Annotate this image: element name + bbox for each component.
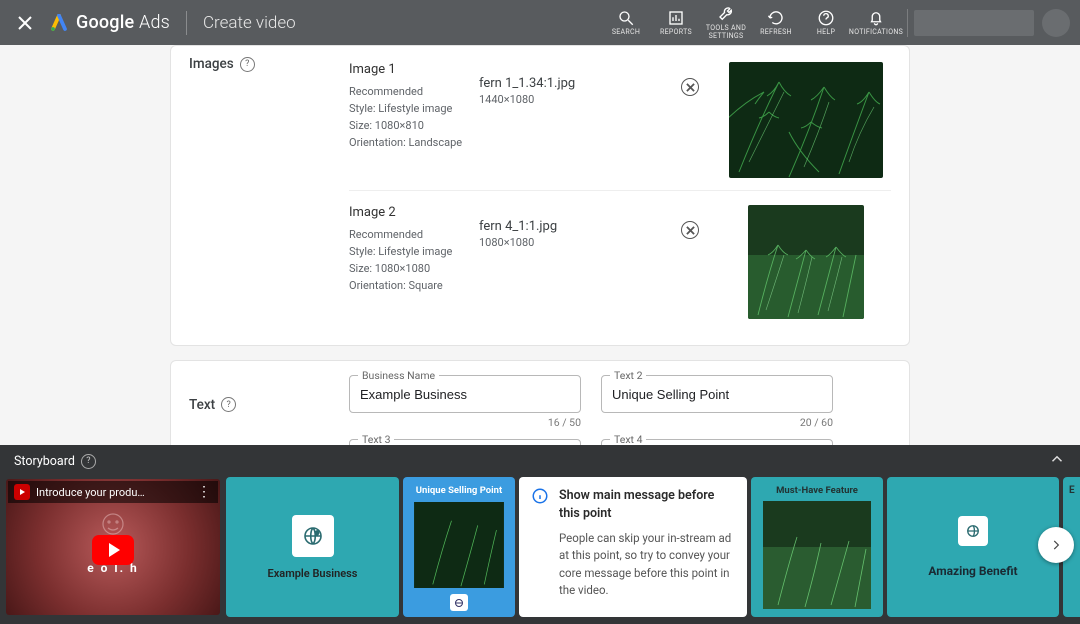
image-2-recommendations: Recommended Style: Lifestyle image Size:… — [349, 226, 479, 294]
text-2-input[interactable] — [612, 387, 822, 402]
field-text-2: Text 2 20 / 60 — [601, 375, 833, 429]
storyboard-panel: Storyboard ? Introduce your produ… ⋮ e o… — [0, 445, 1080, 624]
frame-6-caption: Amazing Benefit — [928, 564, 1017, 578]
tools-settings-button[interactable]: TOOLS ANDSETTINGS — [701, 5, 751, 40]
video-title: Introduce your produ… — [36, 486, 145, 499]
images-help-icon[interactable]: ? — [240, 57, 255, 72]
search-button[interactable]: SEARCH — [601, 9, 651, 37]
image-1-thumbnail[interactable] — [729, 62, 883, 178]
image-2-label: Image 2 — [349, 205, 479, 220]
storyboard-next-button[interactable] — [1038, 527, 1074, 563]
image-row-1: Image 1 Recommended Style: Lifestyle ima… — [349, 56, 891, 190]
google-ads-logo-icon — [50, 14, 68, 32]
image-1-dimensions: 1440×1080 — [479, 93, 659, 106]
main-scroll[interactable]: Images ? Image 1 Recommended Style: Life… — [0, 45, 1080, 445]
frame-5-title: Must-Have Feature — [751, 485, 883, 496]
search-icon — [617, 9, 635, 27]
storyboard-title: Storyboard — [14, 454, 75, 469]
youtube-icon — [14, 484, 30, 500]
image-2-filename: fern 4_1:1.jpg — [479, 219, 659, 234]
field-legend: Text 3 — [358, 433, 394, 445]
image-2-dimensions: 1080×1080 — [479, 236, 659, 249]
tip-title: Show main message before this point — [559, 487, 735, 522]
image-1-recommendations: Recommended Style: Lifestyle image Size:… — [349, 83, 479, 151]
storyboard-tip-card: Show main message before this point Peop… — [519, 477, 747, 617]
avatar[interactable] — [1042, 9, 1070, 37]
reports-button[interactable]: REPORTS — [651, 9, 701, 37]
logo-placeholder-icon — [292, 515, 334, 557]
images-heading: Images — [189, 56, 234, 72]
storyboard-help-icon[interactable]: ? — [81, 454, 96, 469]
text-section-card: Text ? Business Name 16 / 50 Text 2 2 — [170, 360, 910, 445]
account-switcher[interactable] — [914, 10, 1034, 36]
text-heading: Text — [189, 397, 215, 413]
chevron-right-icon — [1049, 538, 1063, 552]
field-legend: Text 2 — [610, 369, 646, 382]
image-2-thumbnail[interactable] — [748, 205, 864, 319]
frame-2-caption: Example Business — [268, 567, 358, 580]
close-button[interactable] — [12, 10, 38, 36]
info-icon — [531, 487, 549, 505]
image-row-2: Image 2 Recommended Style: Lifestyle ima… — [349, 190, 891, 331]
face-doodle-icon — [93, 511, 133, 537]
text-help-icon[interactable]: ? — [221, 397, 236, 412]
play-button[interactable] — [92, 535, 134, 565]
field-counter: 16 / 50 — [349, 416, 581, 429]
chevron-up-icon — [1048, 450, 1066, 468]
header-divider — [186, 11, 187, 35]
frame-3-logo-chip — [450, 594, 468, 611]
notifications-button[interactable]: NOTIFICATIONS — [851, 9, 901, 37]
frame-5-image — [763, 501, 871, 609]
storyboard-frame-6[interactable]: Amazing Benefit — [887, 477, 1059, 617]
brand-text: Google Ads — [76, 12, 170, 33]
storyboard-frame-5[interactable]: Must-Have Feature — [751, 477, 883, 617]
remove-x-icon — [686, 83, 695, 92]
field-legend: Business Name — [358, 369, 439, 382]
storyboard-frame-2[interactable]: Example Business — [226, 477, 399, 617]
app-header: Google Ads Create video SEARCH REPORTS T… — [0, 0, 1080, 45]
remove-x-icon — [686, 226, 695, 235]
storyboard-frame-video[interactable]: Introduce your produ… ⋮ e o l. h — [4, 477, 222, 617]
storyboard-frame-3[interactable]: Unique Selling Point — [403, 477, 515, 617]
frame-3-title: Unique Selling Point — [416, 485, 502, 496]
field-business-name: Business Name 16 / 50 — [349, 375, 581, 429]
storyboard-collapse-button[interactable] — [1048, 450, 1066, 472]
frame-6-logo-chip — [958, 516, 988, 546]
video-more-icon[interactable]: ⋮ — [197, 484, 212, 500]
frame-3-image — [411, 502, 507, 588]
refresh-button[interactable]: REFRESH — [751, 9, 801, 37]
close-icon — [18, 16, 32, 30]
wrench-icon — [717, 5, 735, 23]
image-1-remove-button[interactable] — [681, 78, 699, 96]
frame-7-initial: E — [1069, 485, 1075, 496]
images-section-card: Images ? Image 1 Recommended Style: Life… — [170, 45, 910, 346]
field-legend: Text 4 — [610, 433, 646, 445]
refresh-icon — [767, 9, 785, 27]
reports-icon — [667, 9, 685, 27]
business-name-input[interactable] — [360, 387, 570, 402]
bell-icon — [867, 9, 885, 27]
help-button[interactable]: HELP — [801, 9, 851, 37]
storyboard-frames[interactable]: Introduce your produ… ⋮ e o l. h Example… — [0, 477, 1080, 624]
help-icon — [817, 9, 835, 27]
image-2-remove-button[interactable] — [681, 221, 699, 239]
page-title: Create video — [203, 13, 296, 33]
field-counter: 20 / 60 — [601, 416, 833, 429]
header-divider-right — [907, 9, 908, 37]
brand-logo: Google Ads — [50, 12, 170, 33]
image-1-filename: fern 1_1.34:1.jpg — [479, 76, 659, 91]
tip-body: People can skip your in-stream ad at thi… — [559, 530, 735, 599]
image-1-label: Image 1 — [349, 62, 479, 77]
